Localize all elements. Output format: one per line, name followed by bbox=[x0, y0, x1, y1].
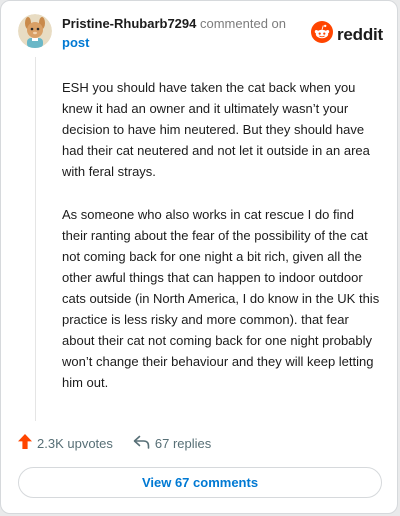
brand-name: reddit bbox=[337, 24, 384, 44]
comment-paragraph: As someone who also works in cat rescue … bbox=[62, 207, 380, 390]
upvote-count: 2.3K upvotes bbox=[37, 435, 113, 451]
reddit-logo-icon bbox=[311, 21, 333, 48]
action-text: commented on bbox=[200, 16, 286, 31]
post-link[interactable]: post bbox=[62, 35, 89, 50]
view-comments-button[interactable]: View 67 comments bbox=[18, 467, 382, 498]
avatar[interactable] bbox=[18, 14, 52, 48]
comment-author[interactable]: Pristine-Rhubarb7294 commented on bbox=[62, 16, 286, 31]
reply-arrow-icon bbox=[133, 435, 150, 452]
thread-line[interactable] bbox=[35, 57, 36, 421]
reddit-brand[interactable]: reddit bbox=[311, 21, 383, 48]
comment-body: ESH you should have taken the cat back w… bbox=[62, 77, 380, 415]
username[interactable]: Pristine-Rhubarb7294 bbox=[62, 16, 196, 31]
comment-paragraph: ESH you should have taken the cat back w… bbox=[62, 80, 370, 179]
reply-count: 67 replies bbox=[154, 435, 212, 451]
reply-button[interactable]: 67 replies bbox=[133, 435, 211, 452]
upvote-arrow-icon bbox=[18, 434, 32, 452]
comment-card: Pristine-Rhubarb7294 commented on post r… bbox=[0, 0, 398, 514]
upvote-button[interactable]: 2.3K upvotes bbox=[18, 434, 113, 452]
comment-actions: 2.3K upvotes 67 replies bbox=[18, 434, 211, 452]
